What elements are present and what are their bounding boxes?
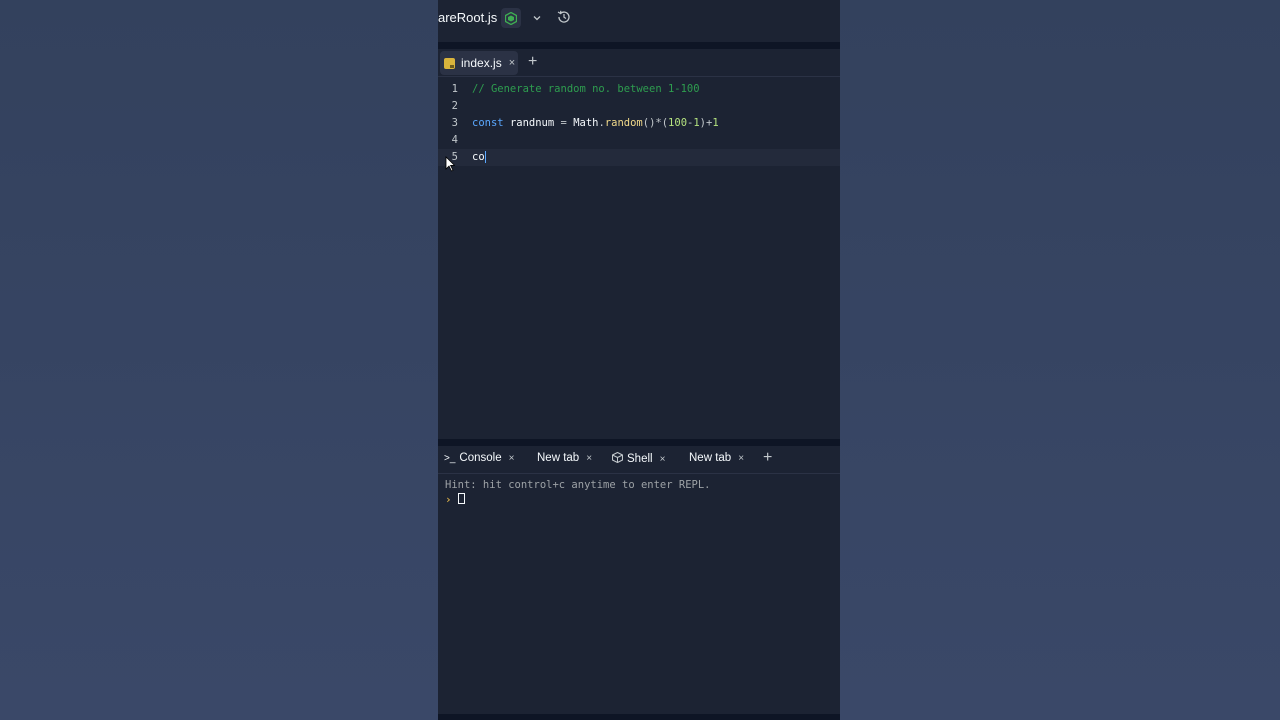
close-icon[interactable]: × <box>738 453 744 464</box>
tab-shell[interactable]: Shell × <box>611 451 666 466</box>
nodejs-icon[interactable] <box>501 8 521 28</box>
function-token: random <box>604 117 643 129</box>
bottom-bar <box>438 714 840 720</box>
close-icon[interactable]: × <box>509 57 515 69</box>
operator-token: = <box>560 117 567 129</box>
number-token: 1 <box>712 117 719 129</box>
tab-new-tab[interactable]: New tab × <box>689 452 744 464</box>
console-output[interactable]: Hint: hit control+c anytime to enter REP… <box>438 475 840 715</box>
shell-icon <box>611 451 624 466</box>
identifier-token: randnum <box>509 117 555 129</box>
editor-tab-bar: index.js × + <box>438 49 840 77</box>
code-text: // Generate random no. between 1-100 <box>472 83 700 95</box>
close-icon[interactable]: × <box>660 454 666 465</box>
add-tab-button[interactable]: + <box>763 449 772 467</box>
file-title[interactable]: areRoot.js <box>438 10 497 25</box>
code-text: co <box>472 149 486 166</box>
line-number: 2 <box>451 100 458 112</box>
repl-hint: Hint: hit control+c anytime to enter REP… <box>445 479 711 491</box>
close-icon[interactable]: × <box>509 453 515 464</box>
line-number: 4 <box>451 134 458 146</box>
add-tab-button[interactable]: + <box>528 53 537 71</box>
code-line[interactable]: 4 <box>438 132 840 149</box>
console-tab-bar: >_ Console × New tab × Shell × New tab × + <box>438 446 840 474</box>
terminal-icon: >_ <box>444 453 456 464</box>
tab-console[interactable]: >_ Console × <box>444 452 514 464</box>
tab-label: New tab <box>537 452 580 464</box>
tab-label: New tab <box>689 452 732 464</box>
top-bar: areRoot.js <box>438 0 840 42</box>
tab-label: index.js <box>461 56 502 70</box>
tab-label: Shell <box>627 453 653 465</box>
tab-label: Console <box>459 452 502 464</box>
mouse-pointer-icon <box>445 156 456 177</box>
javascript-file-icon <box>444 57 455 69</box>
code-line[interactable]: 1 // Generate random no. between 1-100 <box>438 81 840 98</box>
panel-resize-handle[interactable] <box>438 439 840 446</box>
typed-text: co <box>472 151 485 163</box>
operator-token: ()*( <box>642 117 669 129</box>
close-icon[interactable]: × <box>586 453 592 464</box>
line-number: 3 <box>451 117 458 129</box>
terminal-cursor[interactable] <box>458 493 465 504</box>
code-line[interactable]: 2 <box>438 98 840 115</box>
code-editor[interactable]: 1 // Generate random no. between 1-100 2… <box>438 78 840 440</box>
text-caret <box>484 151 486 163</box>
code-line-current[interactable]: 5 co <box>438 149 840 166</box>
code-text: const randnum = Math.random()*(100-1)+1 <box>472 115 719 132</box>
prompt-chevron: › <box>445 493 452 506</box>
keyword-token: const <box>472 117 504 129</box>
history-icon[interactable] <box>556 9 572 30</box>
identifier-token: Math <box>573 117 599 129</box>
divider[interactable] <box>438 42 840 49</box>
operator-token: )+ <box>699 117 713 129</box>
code-line[interactable]: 3 const randnum = Math.random()*(100-1)+… <box>438 115 840 132</box>
number-token: 100 <box>668 117 688 129</box>
tab-index-js[interactable]: index.js × <box>440 51 518 75</box>
chevron-down-icon[interactable] <box>532 10 542 28</box>
line-number: 1 <box>451 83 458 95</box>
replit-mobile-window: areRoot.js index.js × + 1 // Generate ra… <box>438 0 840 720</box>
tab-new-tab[interactable]: New tab × <box>537 452 592 464</box>
